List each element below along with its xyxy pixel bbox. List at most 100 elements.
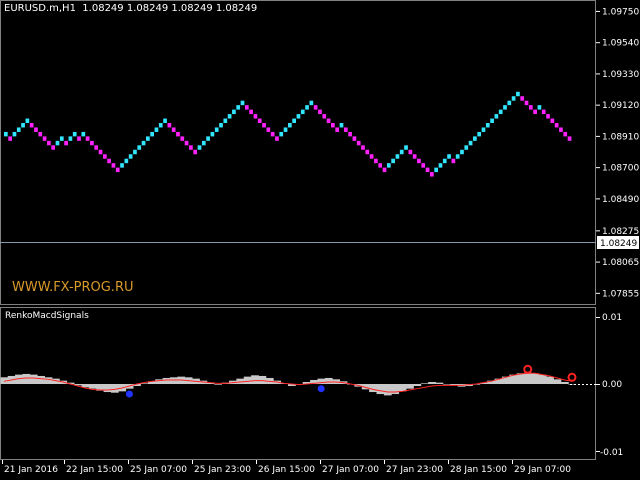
renko-brick-down — [430, 172, 434, 177]
renko-brick-down — [567, 136, 572, 141]
renko-brick-up — [206, 136, 210, 141]
renko-brick-up — [399, 149, 404, 155]
indicator-axis-label: 0.01 — [602, 313, 622, 323]
renko-brick-up — [516, 91, 520, 97]
renko-brick-down — [520, 96, 525, 101]
renko-brick-up — [137, 145, 142, 150]
renko-brick-up — [460, 149, 464, 155]
buy-signal-marker — [317, 385, 325, 393]
renko-bricks — [4, 91, 572, 177]
renko-brick-up — [150, 131, 154, 137]
renko-brick-up — [133, 149, 137, 155]
renko-brick-up — [485, 123, 490, 128]
watermark-text: WWW.FX-PROG.RU — [12, 280, 134, 295]
renko-brick-down — [318, 109, 322, 115]
price-tick-label: 1.08065 — [602, 258, 639, 268]
renko-brick-down — [171, 127, 176, 132]
renko-brick-down — [361, 145, 365, 150]
histogram-bar — [369, 384, 377, 393]
price-tick-label: 1.09750 — [602, 7, 639, 17]
chart-window[interactable]: 1.09750 1.09540 1.09330 1.09120 1.08910 1.087… — [0, 0, 640, 480]
histogram-bar — [531, 373, 540, 384]
current-price-badge: 1.08249 — [597, 236, 639, 249]
indicator-name: RenkoMacdSignals — [5, 311, 89, 321]
time-tick-label: 29 Jan 07:00 — [514, 465, 571, 475]
histogram-bar — [435, 382, 444, 384]
renko-brick-down — [270, 131, 275, 137]
renko-brick-down — [335, 127, 340, 132]
renko-brick-down — [262, 123, 266, 128]
renko-brick-up — [473, 136, 477, 141]
renko-brick-down — [98, 149, 103, 155]
renko-brick-down — [51, 145, 56, 150]
time-tick-label: 27 Jan 07:00 — [322, 465, 379, 475]
histogram-bar — [88, 384, 97, 389]
histogram-bar — [560, 381, 569, 384]
renko-brick-up — [163, 118, 167, 123]
renko-brick-up — [210, 131, 215, 137]
histogram-bar — [406, 384, 414, 389]
renko-brick-down — [249, 109, 253, 115]
histogram-bar — [103, 384, 112, 393]
renko-brick-up — [12, 131, 17, 137]
renko-brick-down — [275, 136, 279, 141]
histogram-bar — [420, 383, 429, 384]
renko-brick-up — [498, 109, 503, 115]
renko-brick-down — [47, 140, 51, 146]
renko-brick-down — [189, 145, 193, 150]
renko-brick-down — [184, 140, 189, 146]
histogram-bar — [413, 384, 422, 387]
renko-brick-up — [481, 127, 486, 132]
renko-brick-down — [313, 105, 318, 110]
price-tick-label: 1.07855 — [602, 289, 639, 299]
histogram-bar — [524, 372, 532, 384]
time-tick-label: 27 Jan 23:00 — [386, 465, 443, 475]
renko-brick-up — [21, 123, 25, 128]
renko-brick-up — [223, 118, 228, 123]
renko-brick-down — [102, 154, 107, 159]
histogram-bar — [37, 375, 45, 384]
renko-brick-down — [352, 136, 357, 141]
renko-brick-down — [85, 136, 90, 141]
renko-brick-down — [193, 149, 198, 155]
renko-brick-down — [167, 123, 172, 128]
renko-brick-down — [322, 114, 327, 119]
renko-brick-up — [120, 163, 124, 168]
renko-brick-up — [25, 118, 30, 123]
renko-brick-up — [236, 105, 241, 110]
time-tick-label: 28 Jan 15:00 — [450, 465, 507, 475]
histogram-bar — [442, 384, 451, 385]
renko-brick-down — [554, 123, 559, 128]
time-tick-label: 22 Jan 15:00 — [66, 465, 123, 475]
symbol-header: EURUSD.m,H1 1.08249 1.08249 1.08249 1.08… — [4, 3, 257, 14]
price-tick-label: 1.08275 — [602, 227, 639, 237]
histogram-bar — [324, 377, 333, 384]
time-tick-label: 26 Jan 15:00 — [258, 465, 315, 475]
renko-brick-up — [55, 140, 60, 146]
renko-brick-down — [343, 127, 348, 132]
renko-brick-down — [369, 154, 374, 159]
renko-brick-down — [348, 131, 352, 137]
renko-brick-down — [331, 123, 335, 128]
histogram-bar — [546, 376, 554, 384]
price-pane-frame — [0, 0, 596, 305]
renko-brick-up — [227, 114, 232, 119]
renko-brick-up — [292, 118, 296, 123]
histogram-bar — [243, 376, 252, 384]
renko-brick-up — [395, 154, 400, 159]
renko-brick-up — [442, 158, 447, 164]
renko-brick-down — [77, 136, 81, 141]
histogram-bar — [398, 384, 407, 392]
renko-brick-up — [279, 131, 284, 137]
renko-brick-down — [326, 118, 331, 123]
renko-brick-up — [468, 140, 473, 146]
renko-brick-up — [240, 100, 245, 106]
histogram-bar — [44, 377, 53, 384]
renko-brick-down — [417, 158, 421, 164]
renko-brick-up — [214, 127, 219, 132]
renko-brick-down — [365, 149, 370, 155]
renko-brick-down — [34, 127, 38, 132]
histogram-bar — [162, 377, 171, 384]
renko-brick-up — [391, 158, 395, 164]
time-axis: 21 Jan 2016 22 Jan 15:00 25 Jan 07:00 25 Ja… — [2, 460, 571, 475]
